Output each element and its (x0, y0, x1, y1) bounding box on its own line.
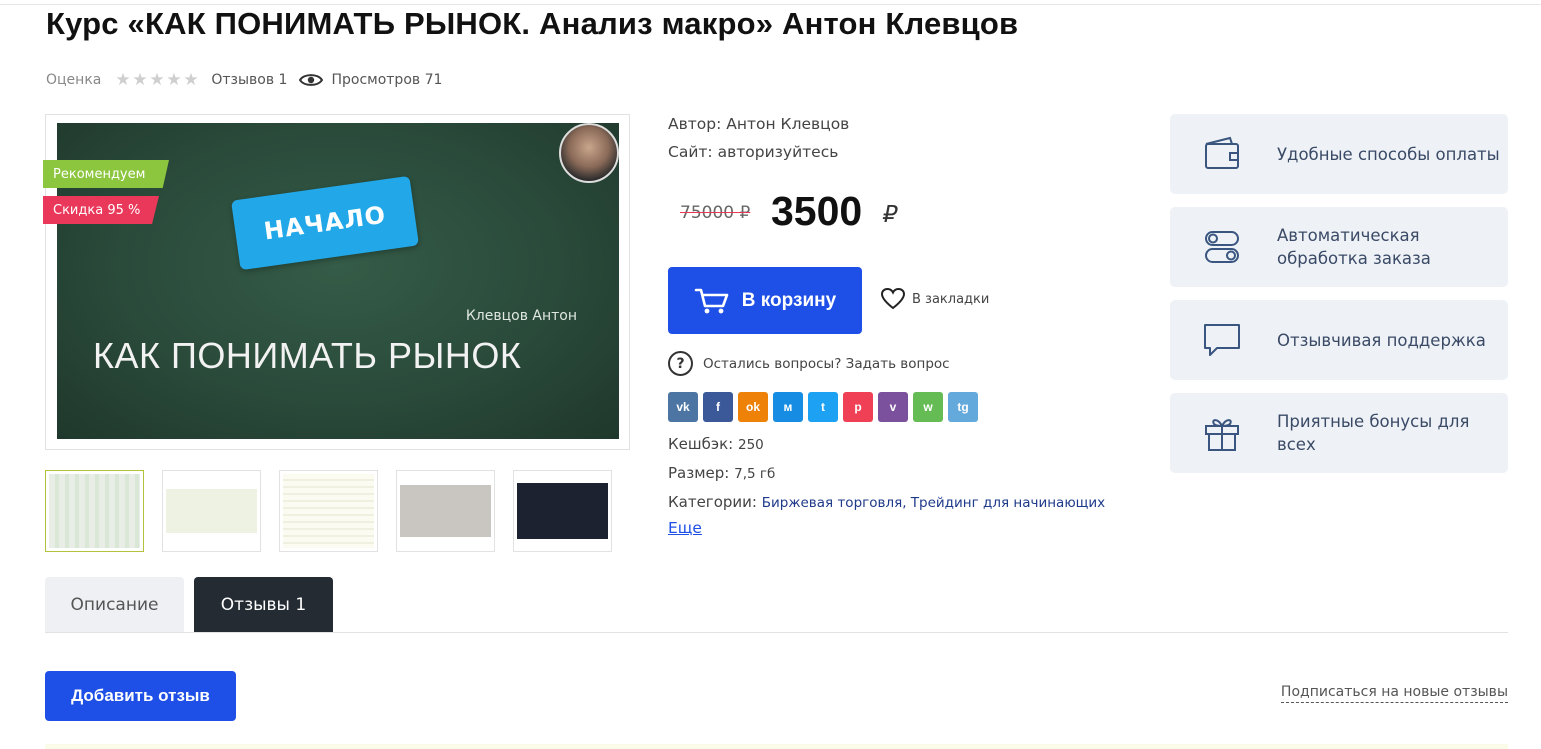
reviews-count: Отзывов 1 (211, 72, 288, 88)
size-row: Размер: 7,5 гб (668, 463, 1105, 492)
views-count: Просмотров 71 (331, 72, 443, 88)
product-details: Кешбэк: 250 Размер: 7,5 гб Категории: Би… (668, 434, 1105, 521)
product-info: Автор: Антон Клевцов Сайт: авторизуйтесь (668, 114, 849, 170)
star-icon[interactable]: ★ (132, 72, 148, 89)
heart-icon (880, 287, 906, 310)
author-photo (559, 123, 619, 183)
cashback-label: Кешбэк: (668, 435, 734, 453)
page-title: Курс «КАК ПОНИМАТЬ РЫНОК. Анализ макро» … (46, 6, 1019, 41)
cashback-row: Кешбэк: 250 (668, 434, 1105, 463)
site-link[interactable]: авторизуйтесь (718, 143, 839, 161)
author-label: Автор: (668, 115, 722, 133)
toggles-icon (1205, 231, 1239, 263)
size-value: 7,5 гб (734, 466, 776, 482)
bookmark-label: В закладки (912, 291, 990, 307)
tab-reviews[interactable]: Отзывы 1 (194, 577, 333, 632)
discount-badge: Скидка 95 % (43, 196, 159, 224)
current-price: 3500 (771, 188, 863, 234)
wallet-icon (1205, 136, 1239, 169)
tab-description[interactable]: Описание (45, 577, 184, 632)
star-icon[interactable]: ★ (149, 72, 165, 89)
ask-question[interactable]: ? Остались вопросы? Задать вопрос (668, 351, 950, 376)
categories-label: Категории: (668, 493, 757, 511)
author-link[interactable]: Антон Клевцов (726, 115, 849, 133)
cashback-value: 250 (737, 437, 764, 453)
tabs-divider (45, 632, 1508, 633)
share-vk-icon[interactable]: vk (668, 392, 698, 422)
subscribe-reviews-link[interactable]: Подписаться на новые отзывы (1280, 684, 1508, 703)
add-review-button[interactable]: Добавить отзыв (45, 671, 236, 721)
thumbnail-3[interactable] (279, 470, 378, 552)
bookmark-button[interactable]: В закладки (880, 287, 989, 311)
share-telegram-icon[interactable]: tg (948, 392, 978, 422)
feature-automation: Автоматическая обработка заказа (1170, 207, 1508, 287)
recommended-badge: Рекомендуем (43, 160, 169, 188)
share-odnoklassniki-icon[interactable]: ok (738, 392, 768, 422)
thumbnail-5[interactable] (513, 470, 612, 552)
feature-bonuses: Приятные бонусы для всех (1170, 393, 1508, 473)
product-meta: Оценка ★ ★ ★ ★ ★ Отзывов 1 Просмотров 71 (46, 70, 442, 90)
thumbnail-1[interactable] (45, 470, 144, 552)
add-to-cart-button[interactable]: В корзину (668, 267, 862, 334)
rating-label: Оценка (46, 72, 102, 88)
share-facebook-icon[interactable]: f (703, 392, 733, 422)
thumbnail-4[interactable] (396, 470, 495, 552)
cover-author: Клевцов Антон (465, 308, 577, 324)
star-icon[interactable]: ★ (166, 72, 182, 89)
size-label: Размер: (668, 464, 730, 482)
share-viber-icon[interactable]: v (878, 392, 908, 422)
categories-links[interactable]: Биржевая торговля, Трейдинг для начинающ… (762, 495, 1105, 511)
gift-icon (1205, 419, 1239, 451)
eye-icon (299, 74, 324, 86)
feature-text: Приятные бонусы для всех (1277, 412, 1470, 454)
feature-payment: Удобные способы оплаты (1170, 114, 1508, 194)
categories-row: Категории: Биржевая торговля, Трейдинг д… (668, 492, 1105, 521)
share-moimir-icon[interactable]: м (773, 392, 803, 422)
site-label: Сайт: (668, 143, 713, 161)
feature-support: Отзывчивая поддержка (1170, 300, 1508, 380)
feature-text: Автоматическая обработка заказа (1277, 226, 1431, 268)
rating-stars[interactable]: ★ ★ ★ ★ ★ (115, 72, 199, 89)
thumbnail-2[interactable] (162, 470, 261, 552)
star-icon[interactable]: ★ (183, 72, 199, 89)
features-panel: Удобные способы оплаты Автоматическая об… (1170, 114, 1508, 486)
social-share: vk f ok м t p v w tg (668, 392, 978, 422)
thumbnail-gallery (45, 470, 612, 552)
reviews-area (45, 744, 1508, 749)
cart-icon (694, 288, 729, 313)
feature-text: Отзывчивая поддержка (1277, 330, 1486, 350)
question-icon: ? (668, 351, 693, 376)
more-link[interactable]: Еще (668, 519, 702, 537)
top-divider (0, 4, 1541, 5)
author-row: Автор: Антон Клевцов (668, 114, 849, 142)
share-whatsapp-icon[interactable]: w (913, 392, 943, 422)
currency-symbol: ₽ (883, 202, 898, 228)
cover-title: КАК ПОНИМАТЬ РЫНОК (93, 335, 522, 376)
star-icon[interactable]: ★ (115, 72, 131, 89)
share-pocket-icon[interactable]: p (843, 392, 873, 422)
share-twitter-icon[interactable]: t (808, 392, 838, 422)
add-to-cart-label: В корзину (741, 289, 837, 311)
cover-tag: НАЧАЛО (231, 175, 419, 271)
feature-text: Удобные способы оплаты (1277, 144, 1500, 164)
content-tabs: Описание Отзывы 1 (45, 577, 333, 632)
chat-icon (1204, 324, 1240, 356)
ask-question-label: Остались вопросы? Задать вопрос (703, 355, 950, 372)
old-price: 75000 ₽ (680, 203, 751, 223)
site-row: Сайт: авторизуйтесь (668, 142, 849, 170)
